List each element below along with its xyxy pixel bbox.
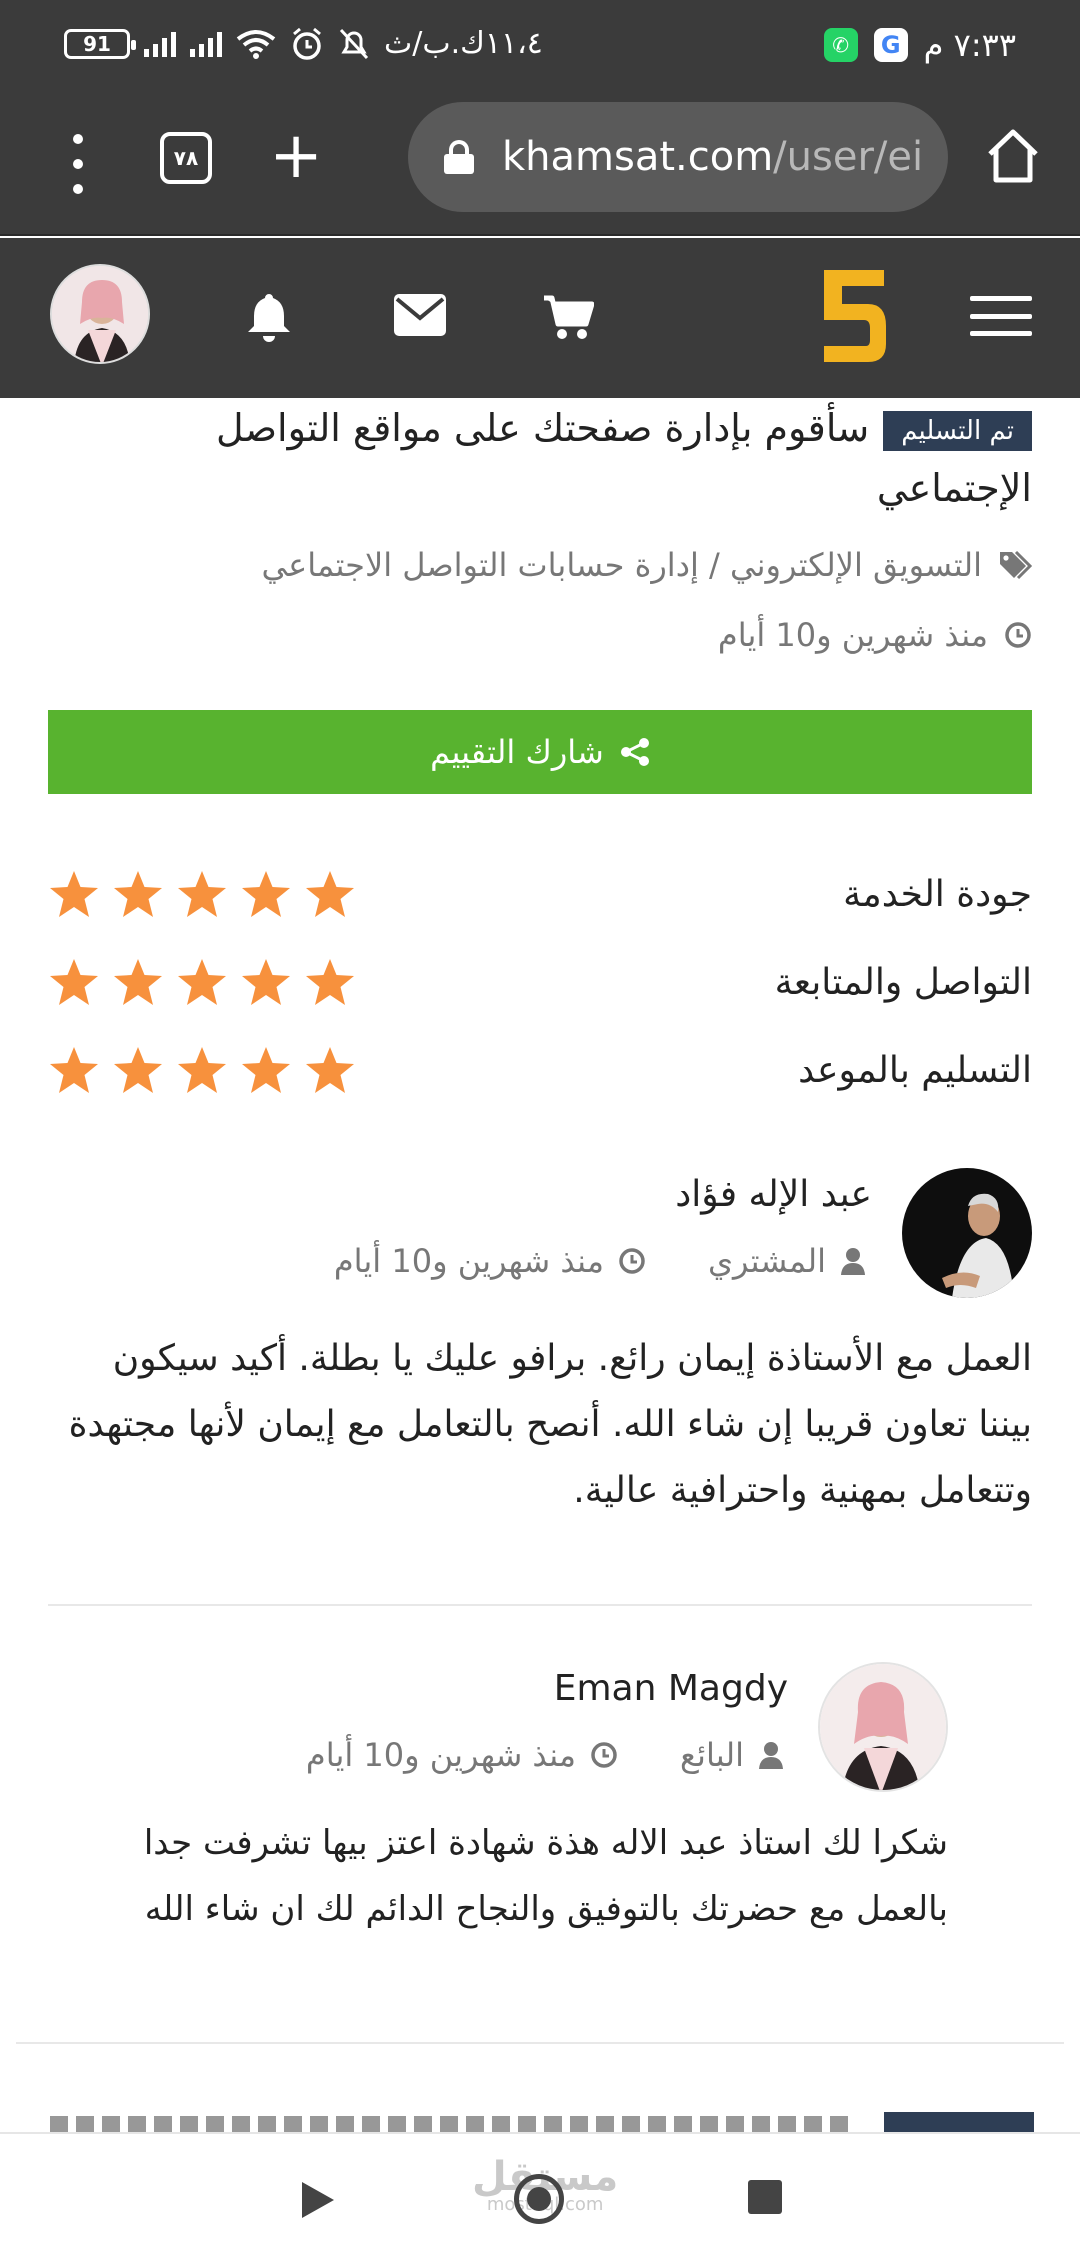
clock-icon [1005,622,1031,648]
bell-icon[interactable] [244,290,294,344]
rating-label: التواصل والمتابعة [774,961,1032,1003]
hamburger-menu-icon[interactable] [970,296,1032,336]
rating-row-communication: التواصل والمتابعة [48,952,1032,1012]
divider [48,1604,1032,1606]
star-icon [50,1047,98,1093]
star-rating [48,869,356,919]
seller-avatar[interactable] [818,1662,948,1792]
google-icon: G [873,28,908,62]
cart-icon[interactable] [542,294,594,340]
delivered-badge: تم التسليم [883,410,1032,451]
status-icons-right: ✆ G ٧:٣٣ م [823,26,1016,64]
star-icon [242,1047,290,1093]
battery-icon: 91 [64,28,136,59]
share-icon [620,738,649,766]
reviewer-meta: البائع منذ شهرين و10 أيام [306,1736,784,1774]
home-button-icon[interactable] [514,2174,564,2224]
review-page: تم التسليمسأقوم بإدارة صفحتك على مواقع ا… [0,398,1080,2132]
review-text: العمل مع الأستاذة إيمان رائع. برافو عليك… [68,1338,1032,1511]
star-rating [48,957,356,1007]
star-icon [306,959,354,1005]
site-header [0,238,1080,398]
star-icon [306,871,354,917]
star-icon [114,959,162,1005]
signal-icon [144,31,176,57]
alarm-icon [293,27,321,60]
signal-icon-2 [190,31,222,57]
star-icon [50,959,98,1005]
next-review-title [50,2116,850,2132]
lock-icon [444,140,474,174]
battery-level: 91 [83,31,111,56]
buyer-review: عبد الإله فؤاد المشتري منذ شهرين و10 أيا… [48,1168,1032,1511]
system-nav-bar: مستقل mostaql.com [0,2132,1080,2260]
star-icon [178,871,226,917]
clock-icon [619,1248,645,1274]
seller-reply: Eman Magdy البائع منذ شهرين و10 أيام شكر… [48,1662,1032,1942]
wifi-icon [236,29,276,59]
status-bar: 91 ١١،٤ك.ب/ث ✆ G ٧:٣٣ م [0,0,1080,92]
tag-icon [1000,550,1032,580]
user-icon [759,1742,783,1769]
reviewer-name[interactable]: Eman Magdy [554,1668,788,1709]
star-icon [178,1047,226,1093]
clock: ٧:٣٣ م [923,26,1016,64]
user-avatar[interactable] [50,264,150,364]
star-icon [50,871,98,917]
service-title[interactable]: تم التسليمسأقوم بإدارة صفحتك على مواقع ا… [92,398,1032,518]
tab-count: ٧٨ [173,146,199,170]
share-rating-label: شارك التقييم [430,733,604,771]
user-icon [841,1248,865,1275]
category-text[interactable]: التسويق الإلكتروني / إدارة حسابات التواص… [261,546,982,584]
tab-switcher-button[interactable]: ٧٨ [160,132,212,184]
muted-bell-icon [339,28,369,59]
url-text: khamsat.com/user/ei [502,134,923,180]
whatsapp-icon: ✆ [823,28,858,62]
home-icon[interactable] [986,128,1040,184]
rating-row-delivery: التسليم بالموعد [48,1040,1032,1100]
star-icon [114,871,162,917]
network-speed: ١١،٤ك.ب/ث [384,26,543,61]
status-icons-left: 91 ١١،٤ك.ب/ث [64,26,543,61]
rating-row-quality: جودة الخدمة [48,864,1032,924]
browser-toolbar: ٧٨ + khamsat.com/user/ei [0,92,1080,236]
service-time-text: منذ شهرين و10 أيام [717,616,988,654]
reply-text: شكرا لك استاذ عبد الاله هذة شهادة اعتز ب… [143,1823,948,1929]
reviewer-name[interactable]: عبد الإله فؤاد [675,1174,872,1215]
url-host: khamsat.com [502,134,774,180]
reviewer-role: المشتري [707,1242,826,1280]
rating-label: جودة الخدمة [843,873,1032,915]
star-icon [114,1047,162,1093]
service-time: منذ شهرين و10 أيام [718,616,1032,654]
divider [16,2042,1064,2044]
review-time: منذ شهرين و10 أيام [305,1736,577,1774]
khamsat-logo[interactable] [818,264,890,368]
envelope-icon[interactable] [394,294,446,336]
review-time: منذ شهرين و10 أيام [333,1242,604,1280]
back-icon[interactable] [300,2180,336,2220]
star-rating [48,1045,356,1095]
star-icon [306,1047,354,1093]
url-path: /user/ei [773,134,924,180]
star-icon [178,959,226,1005]
star-icon [242,959,290,1005]
address-bar[interactable]: khamsat.com/user/ei [408,102,948,212]
rating-label: التسليم بالموعد [798,1049,1032,1091]
service-category[interactable]: التسويق الإلكتروني / إدارة حسابات التواص… [261,546,1032,584]
share-rating-button[interactable]: شارك التقييم [48,710,1032,794]
reviewer-role: البائع [680,1736,744,1774]
clock-icon [591,1742,617,1768]
new-tab-button[interactable]: + [268,120,324,192]
reviewer-meta: المشتري منذ شهرين و10 أيام [334,1242,866,1280]
buyer-avatar[interactable] [902,1168,1032,1298]
star-icon [242,871,290,917]
next-review-badge [884,2112,1034,2132]
menu-dots-icon[interactable] [66,134,90,194]
recent-apps-icon[interactable] [748,2180,782,2214]
